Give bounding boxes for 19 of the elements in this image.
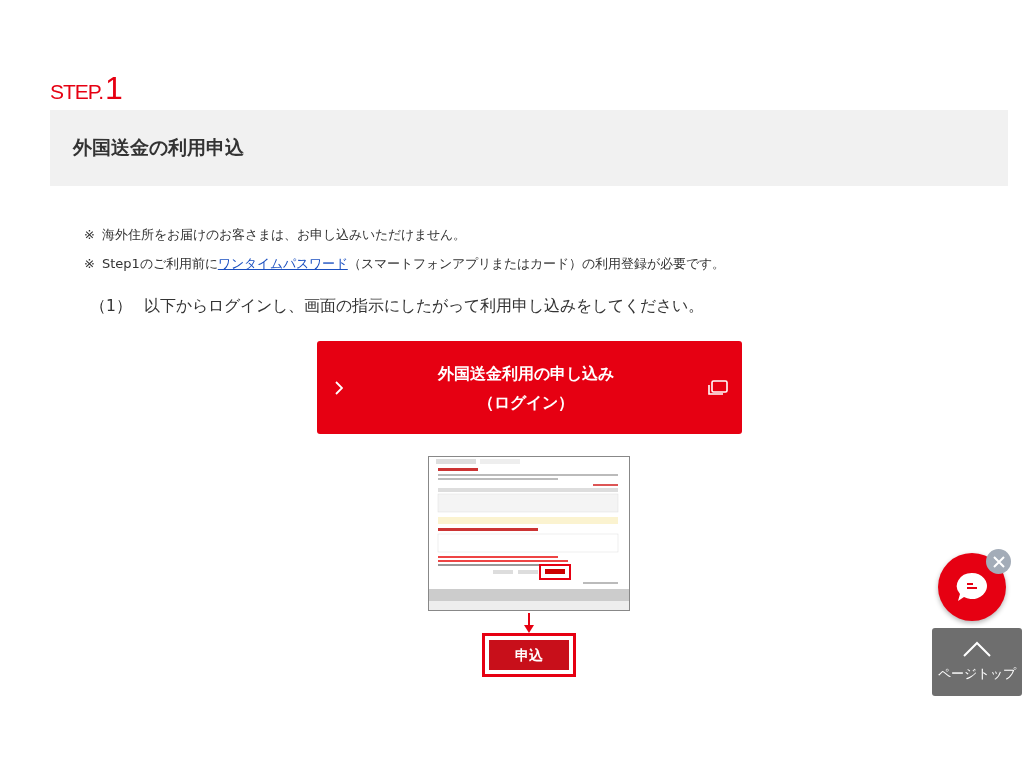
note-mark: ※ [84,226,95,244]
login-button[interactable]: 外国送金利用の申し込み （ログイン） [317,341,742,434]
step-number: 1 [105,74,123,102]
up-chevron-icon [962,641,992,657]
note-text: Step1のご利用前にワンタイムパスワード（スマートフォンアプリまたはカード）の利用登録が必要です。 [101,255,725,273]
chat-bubble-icon [955,571,989,603]
apply-button-example: 申込 [489,640,569,670]
password-link[interactable]: ワンタイムパスワード [217,256,348,271]
new-window-icon [708,379,728,396]
note-mark: ※ [84,255,95,273]
step-index: （1） [90,296,132,317]
note-text: 海外住所をお届けのお客さまは、お申し込みいただけません。 [101,226,466,244]
instruction-text: 以下からログインし、画面の指示にしたがって利用申し込みをしてください。 [143,296,704,317]
step-label: STEP. [50,81,103,102]
chevron-icon [335,380,343,395]
page-top-button[interactable]: ページトップ [932,628,1022,696]
close-icon[interactable] [986,549,1011,574]
chat-button[interactable] [938,553,1006,621]
section-title: 外国送金の利用申込 [73,135,244,160]
